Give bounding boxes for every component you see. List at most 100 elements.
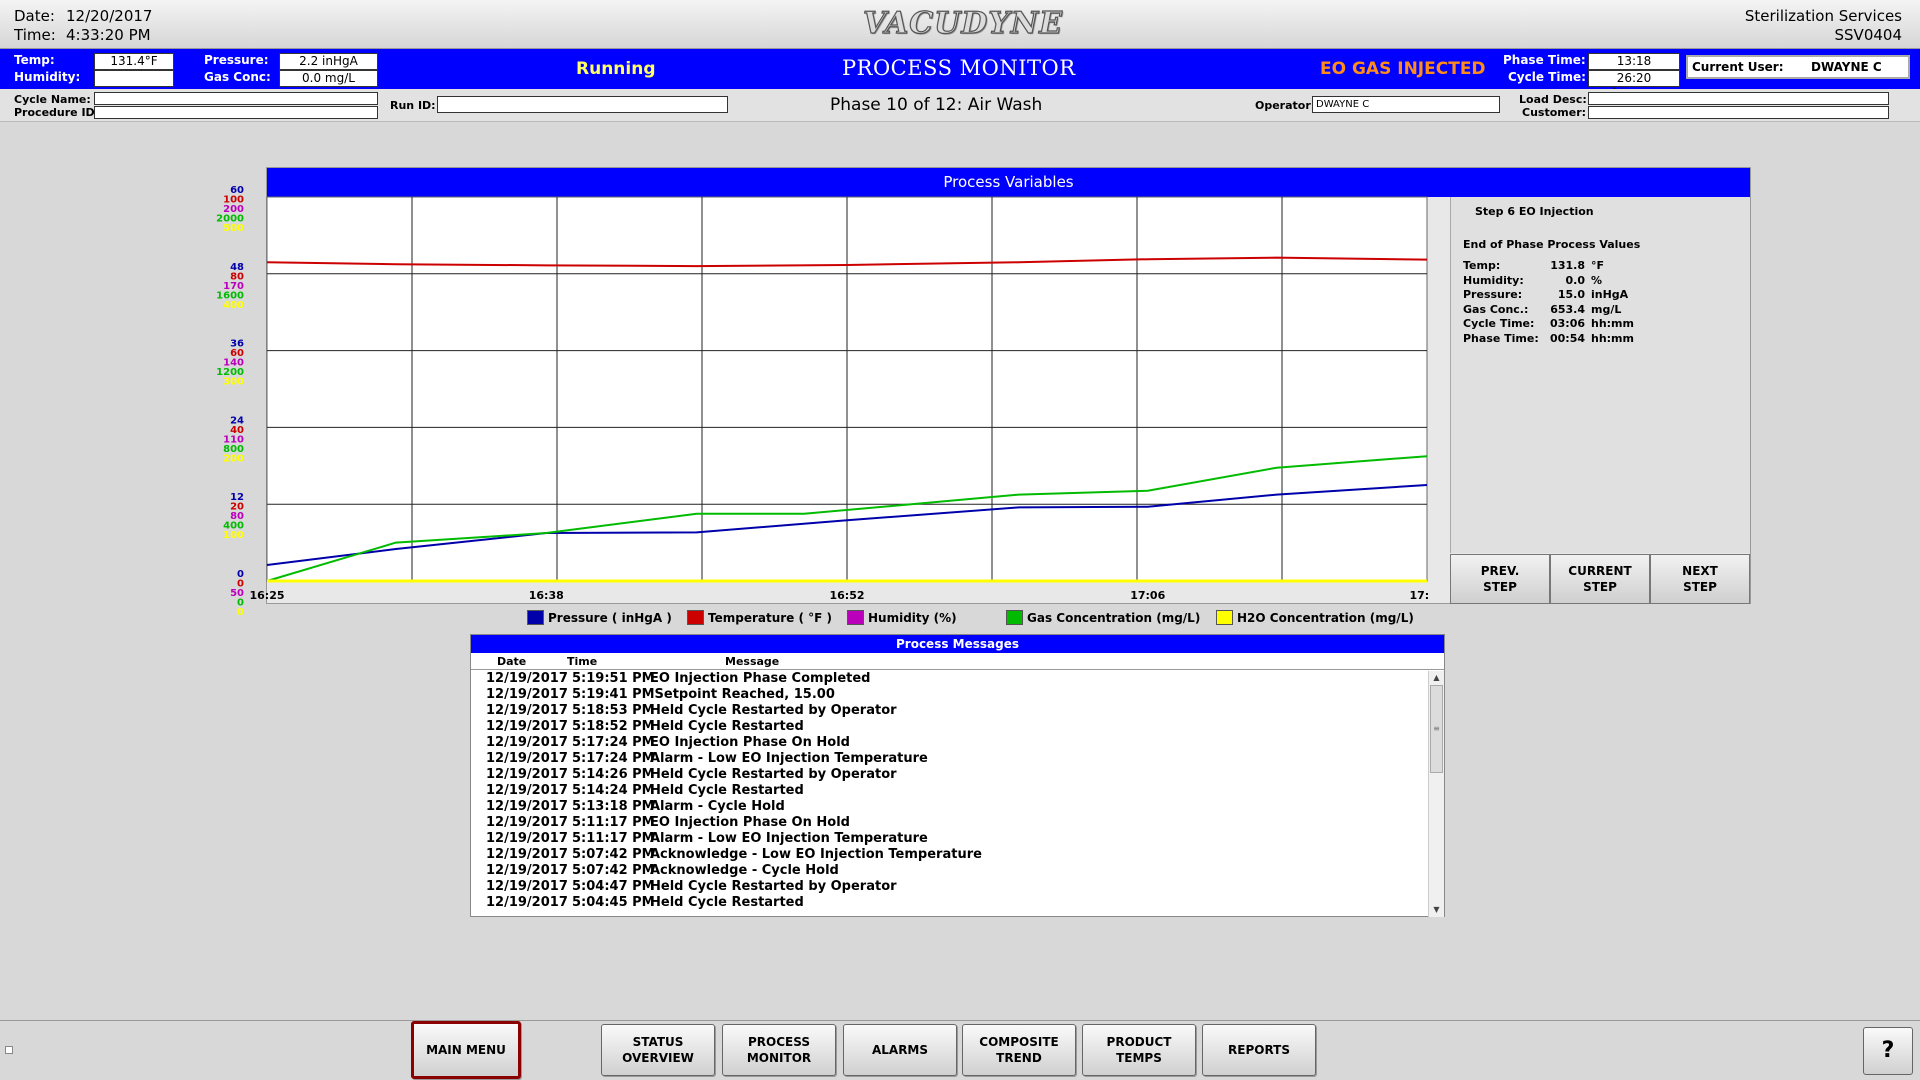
scroll-down-icon[interactable]: ▼ [1429, 903, 1444, 917]
process-monitor-button[interactable]: PROCESS MONITOR [722, 1024, 836, 1076]
message-text: EO Injection Phase Completed [650, 671, 871, 686]
message-text: EO Injection Phase On Hold [650, 815, 850, 830]
message-row[interactable]: 12/19/2017 5:11:17 PM EO Injection Phase O… [471, 815, 1429, 831]
site-name: Sterilization Services [1744, 7, 1902, 25]
message-time: 5:13:18 PM [572, 799, 655, 814]
message-date: 12/19/2017 [486, 831, 568, 846]
scroll-thumb[interactable]: ≡ [1430, 685, 1443, 773]
cycle-time-label: Cycle Time: [1508, 70, 1586, 84]
message-time: 5:11:17 PM [572, 815, 655, 830]
end-value: 15.0 [1557, 288, 1585, 301]
x-tick-label: 16:52 [829, 589, 864, 602]
operator-field[interactable]: DWAYNE C [1312, 96, 1500, 113]
message-time: 5:18:52 PM [572, 719, 655, 734]
cycle-time-value: 26:20 hh:mm [1588, 70, 1680, 100]
bottom-nav: MAIN MENU STATUS OVERVIEW PROCESS MONITO… [0, 1020, 1920, 1080]
message-row[interactable]: 12/19/2017 5:14:24 PM Held Cycle Restarted [471, 783, 1429, 799]
step-values-panel: Step 6 EO Injection End of Phase Process… [1450, 197, 1750, 553]
message-date: 12/19/2017 [486, 767, 568, 782]
message-time: 5:14:26 PM [572, 767, 655, 782]
phase-time-value: 13:18 hh:mm [1588, 53, 1680, 83]
pressure-value: 2.2 inHgA [279, 53, 378, 70]
message-date: 12/19/2017 [486, 719, 568, 734]
current-user-value: DWAYNE C [1811, 60, 1882, 74]
reports-button[interactable]: REPORTS [1202, 1024, 1316, 1076]
legend-swatch [847, 610, 864, 625]
message-row[interactable]: 12/19/2017 5:17:24 PM EO Injection Phase O… [471, 735, 1429, 751]
run-id-field[interactable] [437, 96, 728, 113]
step-buttons: PREV. STEP CURRENT STEP NEXT STEP [1450, 554, 1750, 604]
legend-label: Temperature ( °F ) [708, 610, 833, 625]
message-text: Held Cycle Restarted [650, 783, 804, 798]
info-row: Cycle Name: Procedure ID: Run ID: Phase … [0, 89, 1920, 122]
message-date: 12/19/2017 [486, 847, 568, 862]
message-row[interactable]: 12/19/2017 5:14:26 PM Held Cycle Restarted… [471, 767, 1429, 783]
composite-trend-button[interactable]: COMPOSITE TREND [962, 1024, 1076, 1076]
message-date: 12/19/2017 [486, 799, 568, 814]
message-date: 12/19/2017 [486, 783, 568, 798]
message-row[interactable]: 12/19/2017 5:04:45 PM Held Cycle Restarted [471, 895, 1429, 911]
load-desc-label: Load Desc: [1519, 93, 1587, 106]
message-text: Alarm - Low EO Injection Temperature [650, 751, 928, 766]
status-indicator-square [5, 1046, 13, 1054]
message-date: 12/19/2017 [486, 895, 568, 910]
current-user-label: Current User: [1692, 60, 1784, 74]
message-row[interactable]: 12/19/2017 5:19:41 PM Setpoint Reached, 1… [471, 687, 1429, 703]
end-value-unit: hh:mm [1591, 317, 1634, 330]
message-row[interactable]: 12/19/2017 5:07:42 PM Acknowledge - Cycle … [471, 863, 1429, 879]
cycle-name-field[interactable] [94, 92, 378, 105]
page-title: PROCESS MONITOR [842, 56, 1076, 80]
status-overview-button[interactable]: STATUS OVERVIEW [601, 1024, 715, 1076]
chart-legend: Pressure ( inHgA ) Temperature ( °F ) Hu… [0, 610, 1920, 628]
message-row[interactable]: 12/19/2017 5:18:52 PM Held Cycle Restarted [471, 719, 1429, 735]
chart-title: Process Variables [267, 168, 1750, 197]
message-date: 12/19/2017 [486, 815, 568, 830]
procedure-id-field[interactable] [94, 106, 378, 119]
message-row[interactable]: 12/19/2017 5:11:17 PM Alarm - Low EO Injec… [471, 831, 1429, 847]
message-row[interactable]: 12/19/2017 5:18:53 PM Held Cycle Restarted… [471, 703, 1429, 719]
x-tick-label: 16:38 [529, 589, 564, 602]
message-row[interactable]: 12/19/2017 5:04:47 PM Held Cycle Restarted… [471, 879, 1429, 895]
customer-field[interactable] [1588, 106, 1889, 119]
load-desc-field[interactable] [1588, 92, 1889, 105]
gas-conc-label: Gas Conc: [204, 70, 271, 84]
message-text: Setpoint Reached, 15.00 [650, 687, 835, 702]
message-date: 12/19/2017 [486, 703, 568, 718]
message-time: 5:07:42 PM [572, 847, 655, 862]
temp-label: Temp: [14, 53, 55, 67]
top-header: Date: 12/20/2017 Time: 4:33:20 PM VACUDYNE… [0, 0, 1920, 49]
product-temps-button[interactable]: PRODUCT TEMPS [1082, 1024, 1196, 1076]
main-menu-button[interactable]: MAIN MENU [411, 1021, 521, 1079]
messages-list[interactable]: 12/19/2017 5:19:51 PM EO Injection Phase C… [471, 671, 1429, 917]
help-button[interactable]: ? [1863, 1027, 1913, 1075]
scroll-up-icon[interactable]: ▲ [1429, 671, 1444, 685]
current-step-button[interactable]: CURRENT STEP [1550, 554, 1650, 604]
next-step-button[interactable]: NEXT STEP [1650, 554, 1750, 604]
time-label: Time: [14, 26, 56, 44]
alarms-button[interactable]: ALARMS [843, 1024, 957, 1076]
phase-time-label: Phase Time: [1503, 53, 1586, 67]
message-row[interactable]: 12/19/2017 5:19:51 PM EO Injection Phase C… [471, 671, 1429, 687]
x-tick-label: 16:25 [249, 589, 284, 602]
message-row[interactable]: 12/19/2017 5:13:18 PM Alarm - Cycle Hold [471, 799, 1429, 815]
message-text: Held Cycle Restarted by Operator [650, 879, 897, 894]
legend-label: Gas Concentration (mg/L) [1027, 610, 1201, 625]
message-time: 5:19:41 PM [572, 687, 655, 702]
message-time: 5:04:47 PM [572, 879, 655, 894]
end-value-unit: hh:mm [1591, 331, 1634, 345]
message-text: Held Cycle Restarted [650, 895, 804, 910]
message-time: 5:17:24 PM [572, 751, 655, 766]
run-id-label: Run ID: [390, 99, 436, 112]
site-id: SSV0404 [1834, 26, 1902, 44]
process-variables-chart: 16:25 16:38 16:52 17:06 17:19 [249, 196, 1430, 602]
step-subtitle: End of Phase Process Values [1463, 238, 1641, 251]
message-text: Alarm - Cycle Hold [650, 799, 785, 814]
message-time: 5:04:45 PM [572, 895, 655, 910]
date-value: 12/20/2017 [66, 7, 153, 25]
prev-step-button[interactable]: PREV. STEP [1450, 554, 1550, 604]
humidity-value [94, 70, 174, 87]
message-row[interactable]: 12/19/2017 5:17:24 PM Alarm - Low EO Injec… [471, 751, 1429, 767]
messages-scrollbar[interactable]: ▲ ≡ ▼ [1428, 671, 1444, 917]
message-row[interactable]: 12/19/2017 5:07:42 PM Acknowledge - Low EO… [471, 847, 1429, 863]
date-time-block: Date: 12/20/2017 Time: 4:33:20 PM [14, 7, 152, 45]
